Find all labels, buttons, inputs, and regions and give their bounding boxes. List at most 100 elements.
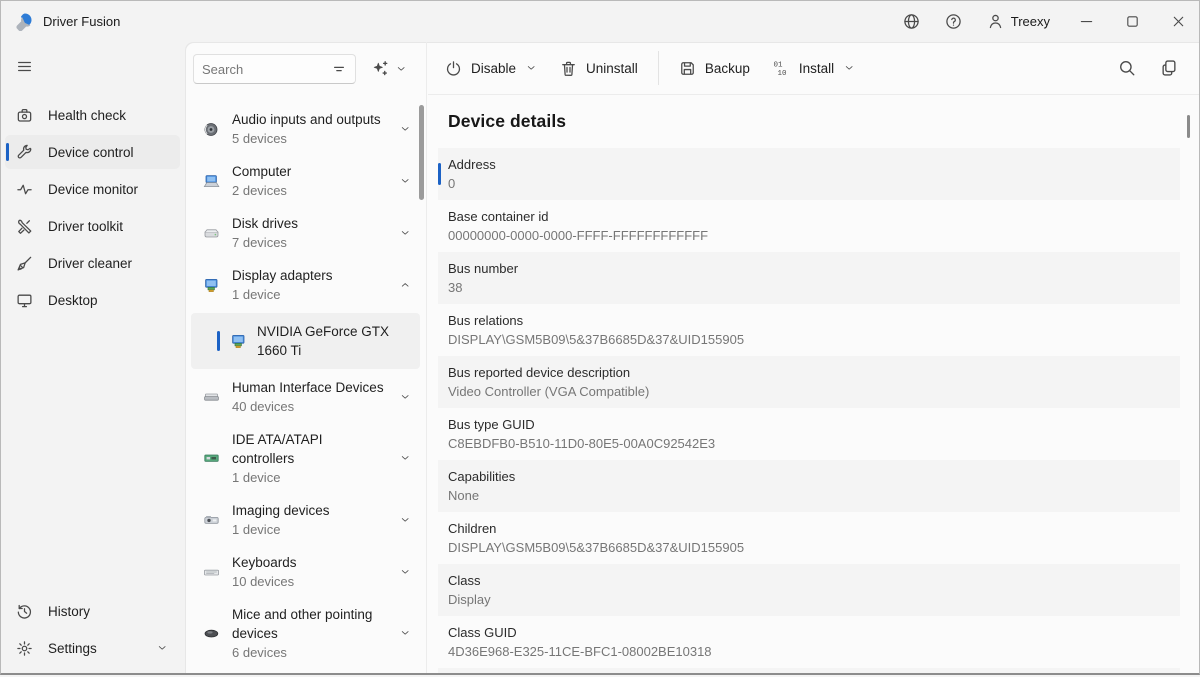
minimize-button[interactable] bbox=[1064, 0, 1108, 42]
category-name: Disk drives bbox=[232, 214, 388, 233]
account-button[interactable]: Treexy bbox=[975, 0, 1062, 42]
display-device-icon bbox=[202, 277, 221, 294]
category-name: Computer bbox=[232, 162, 388, 181]
device-item[interactable]: NVIDIA GeForce GTX 1660 Ti bbox=[191, 313, 420, 369]
filter-icon bbox=[331, 61, 347, 77]
copy-button[interactable] bbox=[1150, 50, 1188, 86]
detail-value: 00000000-0000-0000-FFFF-FFFFFFFFFFFF bbox=[448, 226, 1180, 245]
device-search[interactable] bbox=[193, 54, 356, 84]
copy-icon bbox=[1160, 59, 1178, 77]
category-name: Keyboards bbox=[232, 553, 388, 572]
category-device-count: 10 devices bbox=[232, 572, 388, 591]
titlebar: Driver Fusion Treexy bbox=[0, 0, 1200, 42]
device-category-item[interactable]: Keyboards 10 devices bbox=[191, 546, 420, 598]
sidebar-item-history[interactable]: History bbox=[5, 594, 180, 628]
sidebar-item-label: Settings bbox=[48, 641, 97, 656]
menu-toggle-button[interactable] bbox=[7, 50, 41, 82]
help-button[interactable] bbox=[933, 0, 975, 42]
sidebar-item-label: History bbox=[48, 604, 90, 619]
search-details-button[interactable] bbox=[1108, 50, 1146, 86]
device-category-item[interactable]: Imaging devices 1 device bbox=[191, 494, 420, 546]
details-scrollbar-thumb[interactable] bbox=[1187, 115, 1190, 138]
detail-row[interactable]: Bus number 38 bbox=[438, 252, 1180, 304]
sidebar-item-driver-cleaner[interactable]: Driver cleaner bbox=[5, 246, 180, 280]
detail-label: Capabilities bbox=[448, 467, 1180, 486]
chevron-down-icon bbox=[399, 391, 413, 404]
detail-label: Children bbox=[448, 519, 1180, 538]
chevron-down-icon bbox=[399, 452, 413, 465]
health-check-icon bbox=[16, 107, 33, 124]
detail-value: DISPLAY\GSM5B09\5&37B6685D&37&UID155905 bbox=[448, 538, 1180, 557]
sidebar: Health check Device control Device monit… bbox=[0, 42, 185, 675]
sidebar-item-device-monitor[interactable]: Device monitor bbox=[5, 172, 180, 206]
toolbar-separator bbox=[658, 51, 659, 85]
category-device-count: 1 device bbox=[232, 285, 388, 304]
detail-row[interactable]: Base container id 00000000-0000-0000-FFF… bbox=[438, 200, 1180, 252]
chevron-down-icon bbox=[399, 627, 413, 640]
category-device-count: 2 devices bbox=[232, 181, 388, 200]
user-name: Treexy bbox=[1011, 14, 1050, 29]
category-device-count: 5 devices bbox=[232, 129, 388, 148]
history-icon bbox=[16, 603, 33, 620]
minimize-icon bbox=[1079, 14, 1094, 29]
sidebar-item-settings[interactable]: Settings bbox=[5, 631, 180, 665]
language-globe-button[interactable] bbox=[891, 0, 933, 42]
chevron-down-icon bbox=[395, 63, 408, 76]
close-icon bbox=[1171, 14, 1186, 29]
detail-value: DISPLAY\GSM5B09\5&37B6685D&37&UID155905 bbox=[448, 330, 1180, 349]
category-name: Audio inputs and outputs bbox=[232, 110, 388, 129]
maximize-icon bbox=[1125, 14, 1140, 29]
backup-button[interactable]: Backup bbox=[668, 52, 761, 85]
sidebar-item-label: Device monitor bbox=[48, 182, 138, 197]
detail-row[interactable]: Class GUID 4D36E968-E325-11CE-BFC1-08002… bbox=[438, 616, 1180, 668]
sidebar-item-label: Health check bbox=[48, 108, 126, 123]
disable-button[interactable]: Disable bbox=[434, 52, 549, 85]
detail-row[interactable]: Bus type GUID C8EBDFB0-B510-11D0-80E5-00… bbox=[438, 408, 1180, 460]
device-category-item[interactable]: Disk drives 7 devices bbox=[191, 207, 420, 259]
detail-row[interactable]: Bus reported device description Video Co… bbox=[438, 356, 1180, 408]
app-title: Driver Fusion bbox=[43, 14, 120, 29]
trash-icon bbox=[560, 60, 577, 77]
sidebar-item-label: Device control bbox=[48, 145, 134, 160]
detail-row[interactable]: Children DISPLAY\GSM5B09\5&37B6685D&37&U… bbox=[438, 512, 1180, 564]
detail-label: Bus type GUID bbox=[448, 415, 1180, 434]
keyboard-device-icon bbox=[202, 564, 221, 581]
detail-row[interactable]: Address 0 bbox=[438, 148, 1180, 200]
chevron-down-icon bbox=[399, 227, 413, 240]
category-name: Display adapters bbox=[232, 266, 388, 285]
person-icon bbox=[987, 13, 1004, 30]
device-category-item[interactable]: Mice and other pointing devices 6 device… bbox=[191, 598, 420, 669]
detail-row[interactable]: Class Display bbox=[438, 564, 1180, 616]
maximize-button[interactable] bbox=[1110, 0, 1154, 42]
sidebar-item-driver-toolkit[interactable]: Driver toolkit bbox=[5, 209, 180, 243]
smart-actions-button[interactable] bbox=[365, 55, 414, 83]
uninstall-button[interactable]: Uninstall bbox=[549, 52, 649, 85]
search-input[interactable] bbox=[202, 62, 331, 77]
device-category-item[interactable]: IDE ATA/ATAPI controllers 1 device bbox=[191, 423, 420, 494]
detail-row[interactable]: Capabilities None bbox=[438, 460, 1180, 512]
close-button[interactable] bbox=[1156, 0, 1200, 42]
broom-icon bbox=[16, 255, 33, 272]
partial-next-row bbox=[438, 668, 1180, 677]
device-category-item[interactable]: Human Interface Devices 40 devices bbox=[191, 371, 420, 423]
detail-row[interactable]: Bus relations DISPLAY\GSM5B09\5&37B6685D… bbox=[438, 304, 1180, 356]
category-device-count: 6 devices bbox=[232, 643, 388, 662]
sidebar-item-health-check[interactable]: Health check bbox=[5, 98, 180, 132]
detail-value: C8EBDFB0-B510-11D0-80E5-00A0C92542E3 bbox=[448, 434, 1180, 453]
selection-accent-bar bbox=[217, 331, 220, 351]
imaging-device-icon bbox=[202, 512, 221, 529]
category-name: IDE ATA/ATAPI controllers bbox=[232, 430, 388, 468]
detail-value: 0 bbox=[448, 174, 1180, 193]
install-button[interactable]: 0110 Install bbox=[761, 51, 867, 85]
category-device-count: 40 devices bbox=[232, 397, 388, 416]
device-category-item[interactable]: Audio inputs and outputs 5 devices bbox=[191, 103, 420, 155]
sparkle-icon bbox=[371, 60, 389, 78]
device-list-scrollbar-thumb[interactable] bbox=[419, 105, 424, 200]
device-category-item[interactable]: Display adapters 1 device bbox=[191, 259, 420, 311]
sidebar-item-device-control[interactable]: Device control bbox=[5, 135, 180, 169]
sidebar-item-label: Driver cleaner bbox=[48, 256, 132, 271]
device-name: NVIDIA GeForce GTX 1660 Ti bbox=[257, 322, 402, 360]
chevron-down-icon bbox=[399, 514, 413, 527]
device-category-item[interactable]: Computer 2 devices bbox=[191, 155, 420, 207]
sidebar-item-desktop[interactable]: Desktop bbox=[5, 283, 180, 317]
